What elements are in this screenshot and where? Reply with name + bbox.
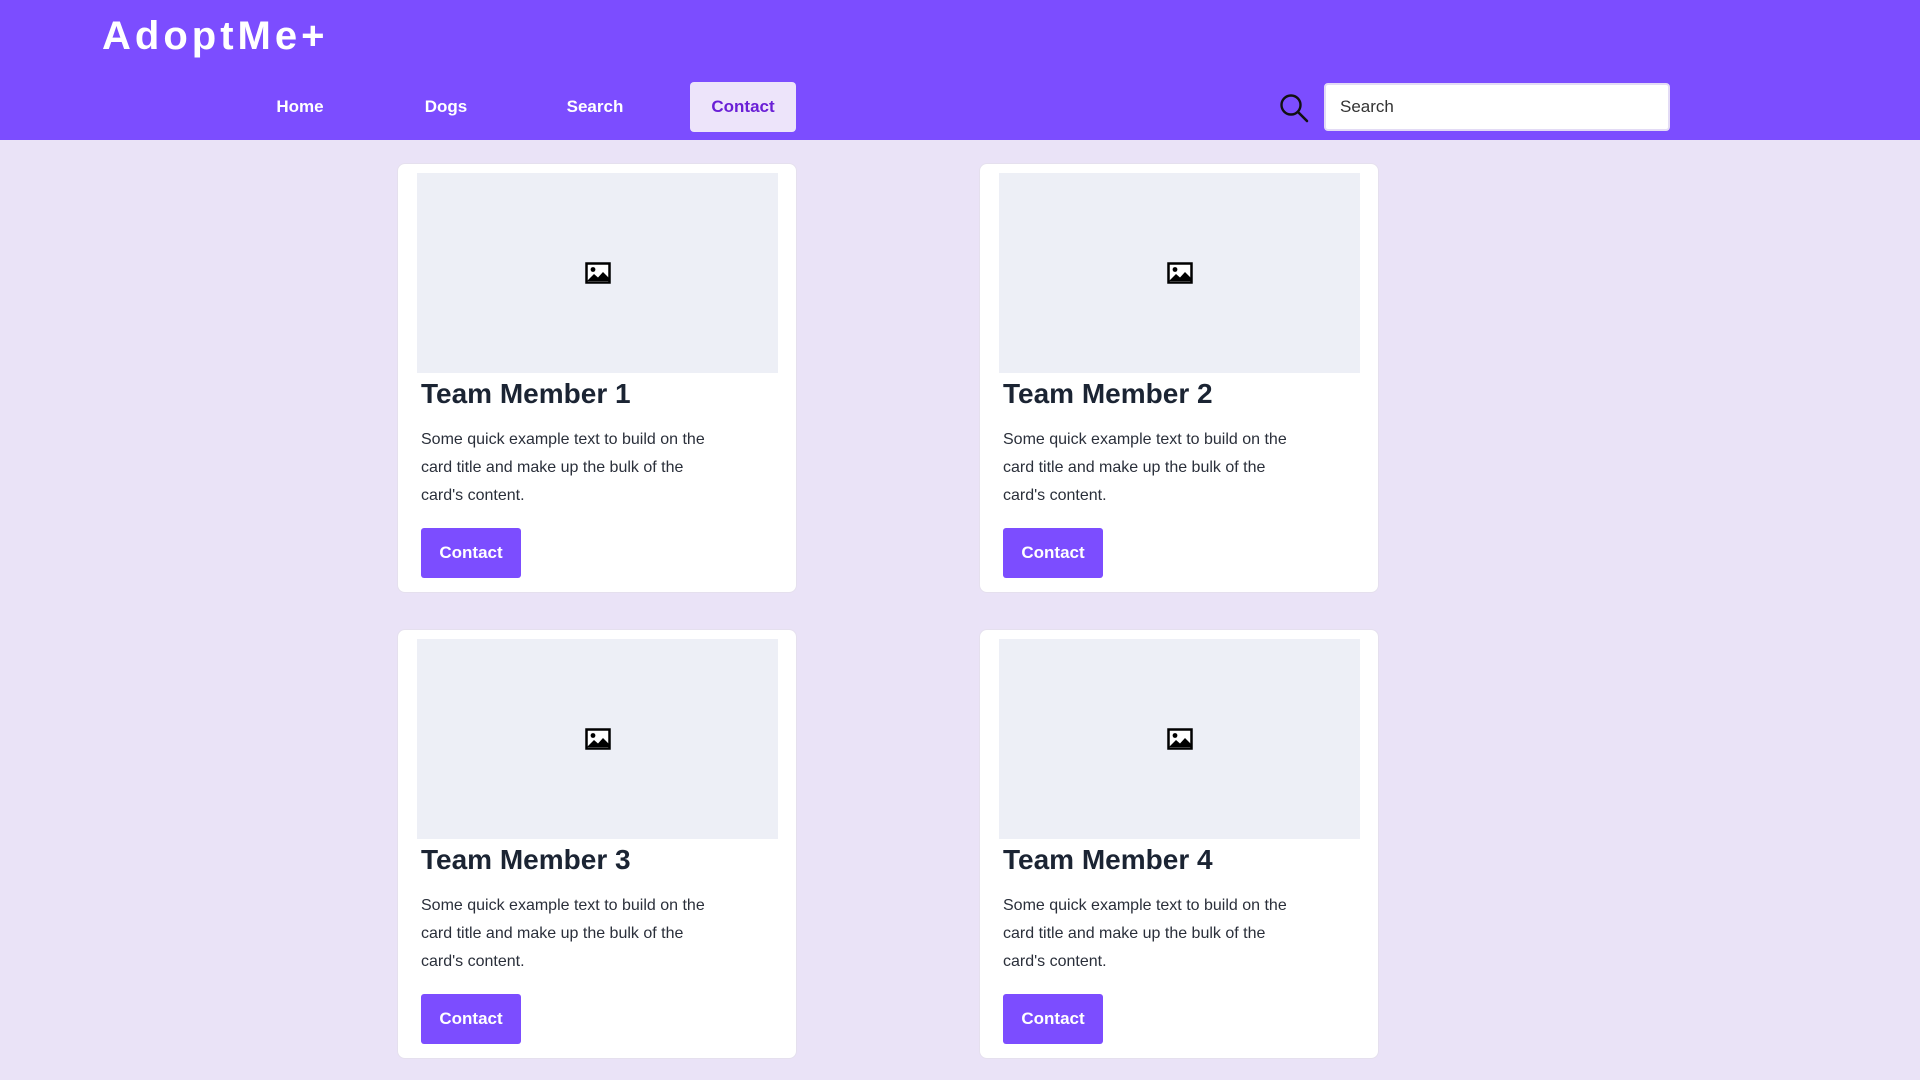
image-icon xyxy=(584,728,611,750)
image-icon xyxy=(1166,262,1193,284)
card-title: Team Member 2 xyxy=(1003,378,1213,409)
card-title: Team Member 1 xyxy=(421,378,631,409)
nav-item-dogs[interactable]: Dogs xyxy=(398,82,494,132)
contact-button[interactable]: Contact xyxy=(1003,528,1103,578)
nav-item-search[interactable]: Search xyxy=(546,82,644,132)
header-bar: AdoptMe+ Home Dogs Search Contact xyxy=(0,0,1920,140)
card-image-placeholder xyxy=(417,639,778,839)
nav-item-home[interactable]: Home xyxy=(252,82,348,132)
contact-button[interactable]: Contact xyxy=(421,994,521,1044)
card-text: Some quick example text to build on the … xyxy=(421,431,705,504)
card-title: Team Member 4 xyxy=(1003,844,1213,875)
search-input[interactable] xyxy=(1324,83,1670,131)
image-icon xyxy=(584,262,611,284)
card-text: Some quick example text to build on the … xyxy=(1003,897,1287,970)
search-icon[interactable] xyxy=(1278,92,1310,124)
team-card-3: Team Member 3 Some quick example text to… xyxy=(397,629,797,1059)
card-image-placeholder xyxy=(999,639,1360,839)
card-text: Some quick example text to build on the … xyxy=(421,897,705,970)
contact-button[interactable]: Contact xyxy=(421,528,521,578)
card-text: Some quick example text to build on the … xyxy=(1003,431,1287,504)
team-card-4: Team Member 4 Some quick example text to… xyxy=(979,629,1379,1059)
card-image-placeholder xyxy=(417,173,778,373)
team-card-2: Team Member 2 Some quick example text to… xyxy=(979,163,1379,593)
team-card-1: Team Member 1 Some quick example text to… xyxy=(397,163,797,593)
brand-logo[interactable]: AdoptMe+ xyxy=(102,14,328,59)
nav-item-contact[interactable]: Contact xyxy=(690,82,796,132)
card-title: Team Member 3 xyxy=(421,844,631,875)
image-icon xyxy=(1166,728,1193,750)
contact-button[interactable]: Contact xyxy=(1003,994,1103,1044)
card-image-placeholder xyxy=(999,173,1360,373)
